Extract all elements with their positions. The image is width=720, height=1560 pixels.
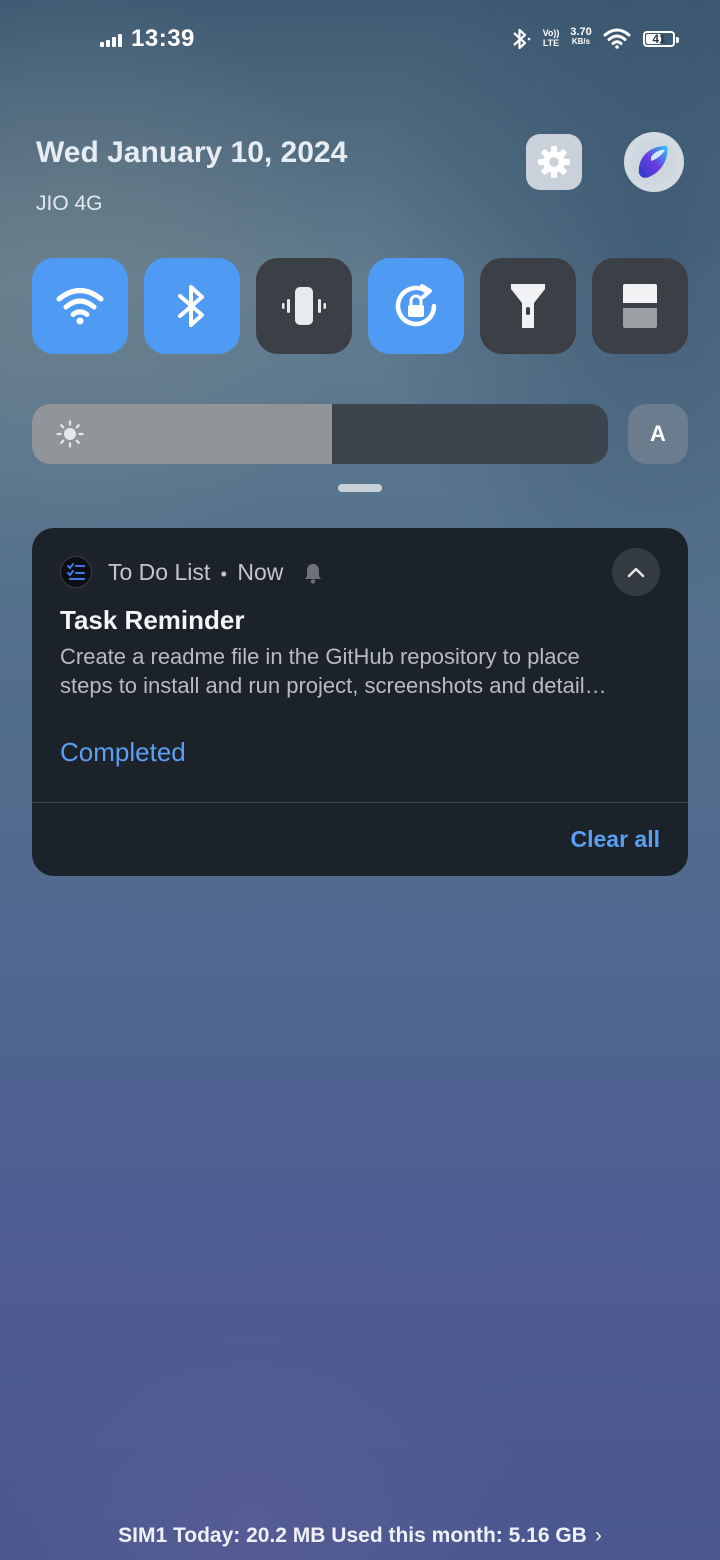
notification-time: Now [237,559,284,585]
todo-app-icon [60,556,92,588]
data-usage-text: SIM1 Today: 20.2 MB Used this month: 5.1… [118,1524,587,1547]
volte-indicator: Vo)) LTE [542,28,560,48]
bell-icon [305,564,321,584]
clock: 13:39 [131,25,195,52]
tile-split-screen[interactable] [592,258,688,354]
data-usage-footer[interactable]: SIM1 Today: 20.2 MB Used this month: 5.1… [0,1524,720,1548]
notification-title: Task Reminder [60,605,245,635]
flashlight-icon [511,284,545,328]
brightness-slider[interactable] [32,404,608,464]
notification-header: To Do List • Now [108,559,283,586]
tile-vibrate[interactable] [256,258,352,354]
wifi-status-icon [603,28,631,49]
rotation-lock-icon [395,284,437,327]
bluetooth-icon [178,285,204,327]
sun-icon [56,420,84,448]
tile-wifi[interactable] [32,258,128,354]
notification-card[interactable]: To Do List • Now Task Reminder Create a … [32,528,688,876]
separator: • [220,564,227,584]
auto-brightness-button[interactable]: A [628,404,688,464]
bluetooth-status-icon [513,28,531,50]
chevron-up-icon [627,567,645,578]
chevron-right-icon: › [594,1524,602,1547]
tile-flashlight[interactable] [480,258,576,354]
avatar-logo-icon [631,139,677,185]
vibrate-icon [282,287,326,325]
wifi-icon [56,288,104,325]
battery-level: 41 [652,32,666,46]
clear-all-button[interactable]: Clear all [571,826,661,853]
date-label: Wed January 10, 2024 [36,136,348,169]
tile-bluetooth[interactable] [144,258,240,354]
collapse-button[interactable] [612,548,660,596]
notification-body-line: steps to install and run project, screen… [60,673,607,698]
user-avatar[interactable] [624,132,684,192]
divider [32,802,688,803]
status-bar: 13:39 Vo)) LTE 3.70 KB/s 41 [0,0,720,80]
carrier-label: JIO 4G [36,192,103,215]
gear-icon [538,146,570,178]
drag-handle[interactable] [338,484,382,492]
network-speed: 3.70 KB/s [570,26,592,47]
completed-action-button[interactable]: Completed [60,737,186,768]
signal-strength-icon [100,33,126,47]
tile-auto-rotate[interactable] [368,258,464,354]
notification-body: Create a readme file in the GitHub repos… [60,642,664,700]
settings-button[interactable] [526,134,582,190]
split-screen-icon [623,284,657,328]
app-name: To Do List [108,559,211,585]
notification-body-line: Create a readme file in the GitHub repos… [60,644,580,669]
battery-icon: 41 [643,31,679,47]
